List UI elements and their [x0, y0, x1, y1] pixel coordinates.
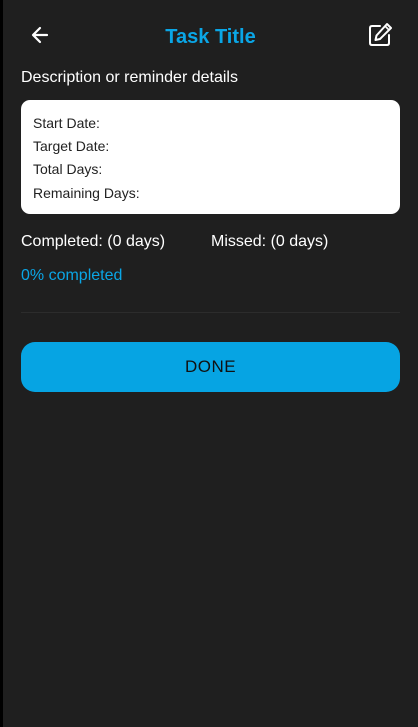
edit-button[interactable]: [363, 20, 397, 54]
task-description: Description or reminder details: [21, 69, 238, 86]
remaining-days-label: Remaining Days:: [33, 185, 140, 201]
start-date-label: Start Date:: [33, 115, 100, 131]
edit-pencil-icon: [366, 21, 394, 54]
done-button[interactable]: DONE: [21, 342, 400, 392]
target-date-label: Target Date:: [33, 138, 110, 154]
divider: [21, 312, 400, 313]
missed-count: Missed: (0 days): [211, 233, 329, 250]
app-bar: Task Title: [3, 0, 418, 72]
task-details-card: Start Date: Target Date: Total Days: Rem…: [21, 100, 400, 214]
total-days-label: Total Days:: [33, 161, 103, 177]
page-title: Task Title: [165, 26, 256, 48]
task-detail-screen: Task Title Description or reminder detai…: [3, 0, 418, 727]
completed-count: Completed: (0 days): [21, 233, 166, 250]
progress-text: 0% completed: [21, 267, 123, 284]
